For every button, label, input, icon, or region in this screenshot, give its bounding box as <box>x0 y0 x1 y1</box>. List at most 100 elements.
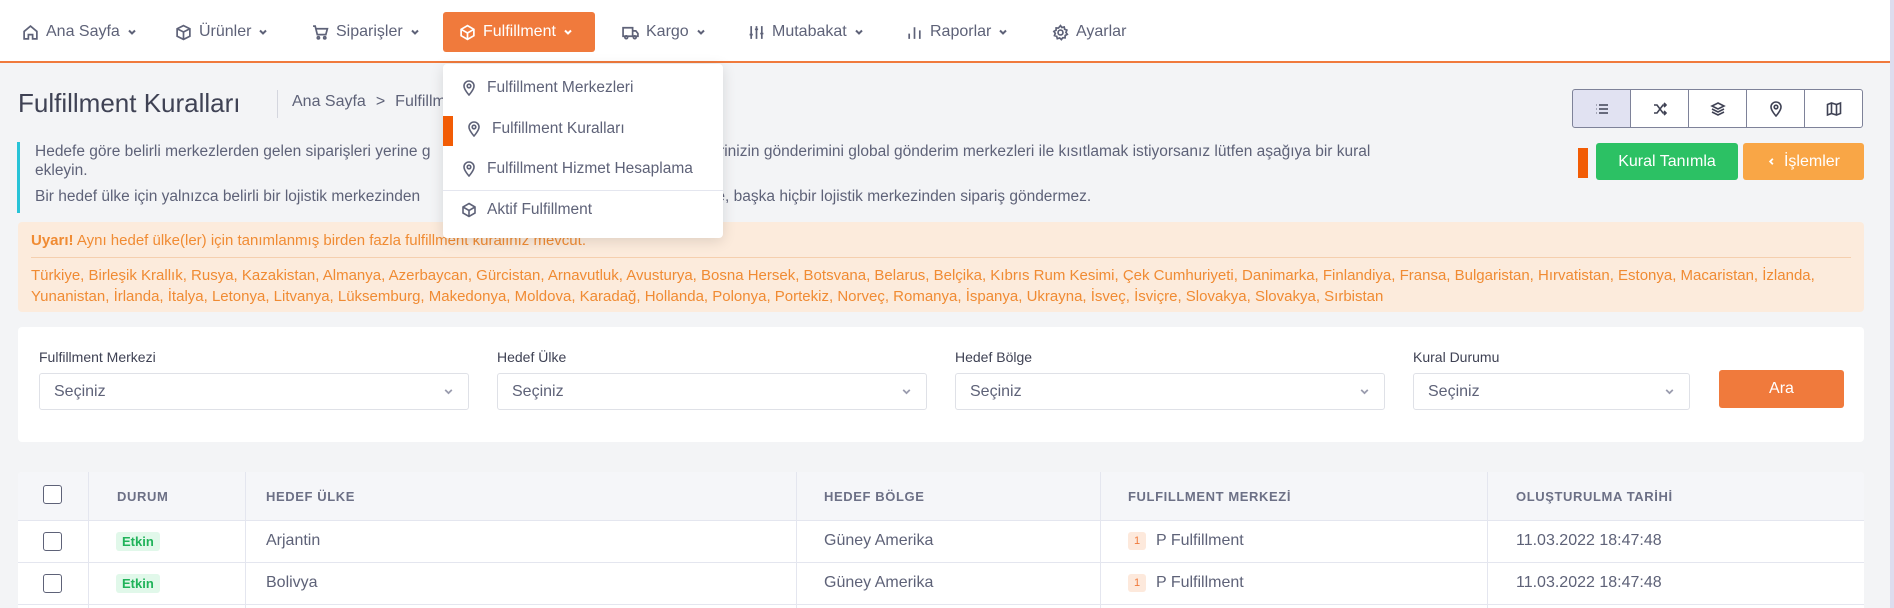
chevron-left-icon <box>1768 158 1774 165</box>
window-edge <box>1890 0 1894 608</box>
chevron-down-icon <box>696 29 705 35</box>
menu-item-fulfillment-calc[interactable]: Fulfillment Hizmet Hesaplama <box>461 160 693 178</box>
target-country-select[interactable]: Seçiniz <box>497 373 927 410</box>
chevron-down-icon <box>410 29 419 35</box>
view-list-button[interactable] <box>1572 89 1631 128</box>
nav-item-label: Ürünler <box>199 23 252 40</box>
operations-label: İşlemler <box>1783 152 1840 170</box>
chevron-down-icon <box>444 389 453 395</box>
nav-item-label: Fulfillment <box>483 23 556 40</box>
operations-button[interactable]: İşlemler <box>1743 143 1864 180</box>
center-count-badge: 1 <box>1128 574 1146 592</box>
filter-rule-status: Kural Durumu Seçiniz <box>1413 349 1690 410</box>
column-header-center[interactable]: FULFILLMENT MERKEZİ <box>1128 489 1291 504</box>
row-checkbox[interactable] <box>43 574 62 593</box>
breadcrumb-separator: > <box>375 93 386 110</box>
fulfillment-dropdown-menu: Fulfillment Merkezleri Fulfillment Kural… <box>443 64 723 238</box>
nav-item-label: Kargo <box>646 23 689 40</box>
nav-item-label: Raporlar <box>930 23 992 40</box>
fulfillment-center-select[interactable]: Seçiniz <box>39 373 469 410</box>
menu-item-fulfillment-centers[interactable]: Fulfillment Merkezleri <box>461 79 633 97</box>
chevron-down-icon <box>999 29 1008 35</box>
view-shuffle-button[interactable] <box>1630 89 1689 128</box>
side-tab-marker[interactable] <box>1578 148 1588 178</box>
breadcrumb: Ana Sayfa > Fulfillm <box>292 93 446 111</box>
warning-country-list: Türkiye, Birleşik Krallık, Rusya, Kazaki… <box>31 267 1815 305</box>
list-icon <box>1595 103 1608 114</box>
nav-item-raporlar[interactable]: Raporlar <box>896 12 1018 52</box>
table-row[interactable]: Etkin Bolivya Güney Amerika 1P Fulfillme… <box>18 563 1864 605</box>
chevron-down-icon <box>1360 389 1369 395</box>
column-header-status[interactable]: DURUM <box>117 489 168 504</box>
filter-target-country: Hedef Ülke Seçiniz <box>497 349 927 410</box>
active-menu-marker <box>443 116 453 146</box>
column-header-created[interactable]: OLUŞTURULMA TARİHİ <box>1516 489 1673 504</box>
cell-center: 1P Fulfillment <box>1128 532 1244 550</box>
target-region-select[interactable]: Seçiniz <box>955 373 1385 410</box>
status-badge: Etkin <box>116 574 160 593</box>
column-header-region[interactable]: HEDEF BÖLGE <box>824 489 925 504</box>
nav-item-mutabakat[interactable]: Mutabakat <box>738 12 874 52</box>
select-all-checkbox[interactable] <box>43 485 62 504</box>
rule-status-select[interactable]: Seçiniz <box>1413 373 1690 410</box>
status-badge: Etkin <box>116 532 160 551</box>
filter-card: Fulfillment Merkezi Seçiniz Hedef Ülke S… <box>18 327 1864 442</box>
gear-icon <box>1052 23 1069 41</box>
cube-icon <box>462 202 476 218</box>
chevron-down-icon <box>1665 389 1674 395</box>
cell-region: Güney Amerika <box>824 574 934 591</box>
nav-item-kargo[interactable]: Kargo <box>612 12 716 52</box>
filter-label: Hedef Bölge <box>955 349 1033 365</box>
location-pin-icon <box>1769 100 1782 117</box>
location-pin-icon <box>463 80 475 96</box>
view-location-button[interactable] <box>1746 89 1805 128</box>
filter-label: Kural Durumu <box>1413 349 1500 365</box>
table-header: DURUM HEDEF ÜLKE HEDEF BÖLGE FULFILLMENT… <box>18 472 1864 521</box>
home-icon <box>23 24 38 40</box>
map-icon <box>1826 101 1841 116</box>
chevron-down-icon <box>128 29 136 35</box>
chevron-down-icon <box>564 29 572 35</box>
table-row[interactable]: Etkin Arjantin Güney Amerika 1P Fulfillm… <box>18 521 1864 563</box>
chevron-down-icon <box>855 29 863 35</box>
menu-divider <box>443 190 723 191</box>
menu-item-active-fulfillment[interactable]: Aktif Fulfillment <box>461 201 592 219</box>
add-rule-button[interactable]: Kural Tanımla <box>1596 143 1738 180</box>
cell-country: Arjantin <box>266 532 321 549</box>
sliders-icon <box>749 25 764 39</box>
menu-item-fulfillment-rules[interactable]: Fulfillment Kuralları <box>466 120 625 138</box>
column-header-country[interactable]: HEDEF ÜLKE <box>266 489 355 504</box>
view-map-button[interactable] <box>1804 89 1863 128</box>
nav-item-label: Siparişler <box>336 23 403 40</box>
view-layers-button[interactable] <box>1688 89 1747 128</box>
shuffle-icon <box>1653 101 1667 116</box>
breadcrumb-home[interactable]: Ana Sayfa <box>292 93 366 111</box>
warning-alert: Uyarı! Aynı hedef ülke(ler) için tanımla… <box>18 222 1864 312</box>
page-title: Fulfillment Kuralları <box>18 88 241 118</box>
filter-label: Hedef Ülke <box>497 349 567 365</box>
box-icon <box>176 24 191 40</box>
filter-label: Fulfillment Merkezi <box>39 349 156 365</box>
nav-item-urunler[interactable]: Ürünler <box>165 12 278 52</box>
cell-created: 11.03.2022 18:47:48 <box>1516 574 1662 591</box>
nav-item-label: Ayarlar <box>1076 23 1127 40</box>
nav-item-ana-sayfa[interactable]: Ana Sayfa <box>12 12 147 52</box>
breadcrumb-divider <box>277 90 278 118</box>
cell-created: 11.03.2022 18:47:48 <box>1516 532 1662 549</box>
nav-item-label: Ana Sayfa <box>46 23 120 40</box>
location-pin-icon <box>463 161 475 177</box>
nav-item-ayarlar[interactable]: Ayarlar <box>1042 12 1136 52</box>
search-button[interactable]: Ara <box>1719 370 1844 408</box>
chevron-down-icon <box>902 389 911 395</box>
nav-item-fulfillment[interactable]: Fulfillment <box>443 12 595 52</box>
rules-table: DURUM HEDEF ÜLKE HEDEF BÖLGE FULFILLMENT… <box>18 472 1864 608</box>
location-pin-icon <box>468 121 480 137</box>
breadcrumb-current: Fulfillm <box>395 93 446 110</box>
nav-item-siparisler[interactable]: Siparişler <box>302 12 430 52</box>
chevron-down-icon <box>259 29 268 35</box>
truck-icon <box>622 26 639 40</box>
bar-chart-icon <box>908 26 921 39</box>
row-checkbox[interactable] <box>43 532 62 551</box>
view-toggle-group <box>1572 89 1863 128</box>
layers-icon <box>1709 101 1726 116</box>
